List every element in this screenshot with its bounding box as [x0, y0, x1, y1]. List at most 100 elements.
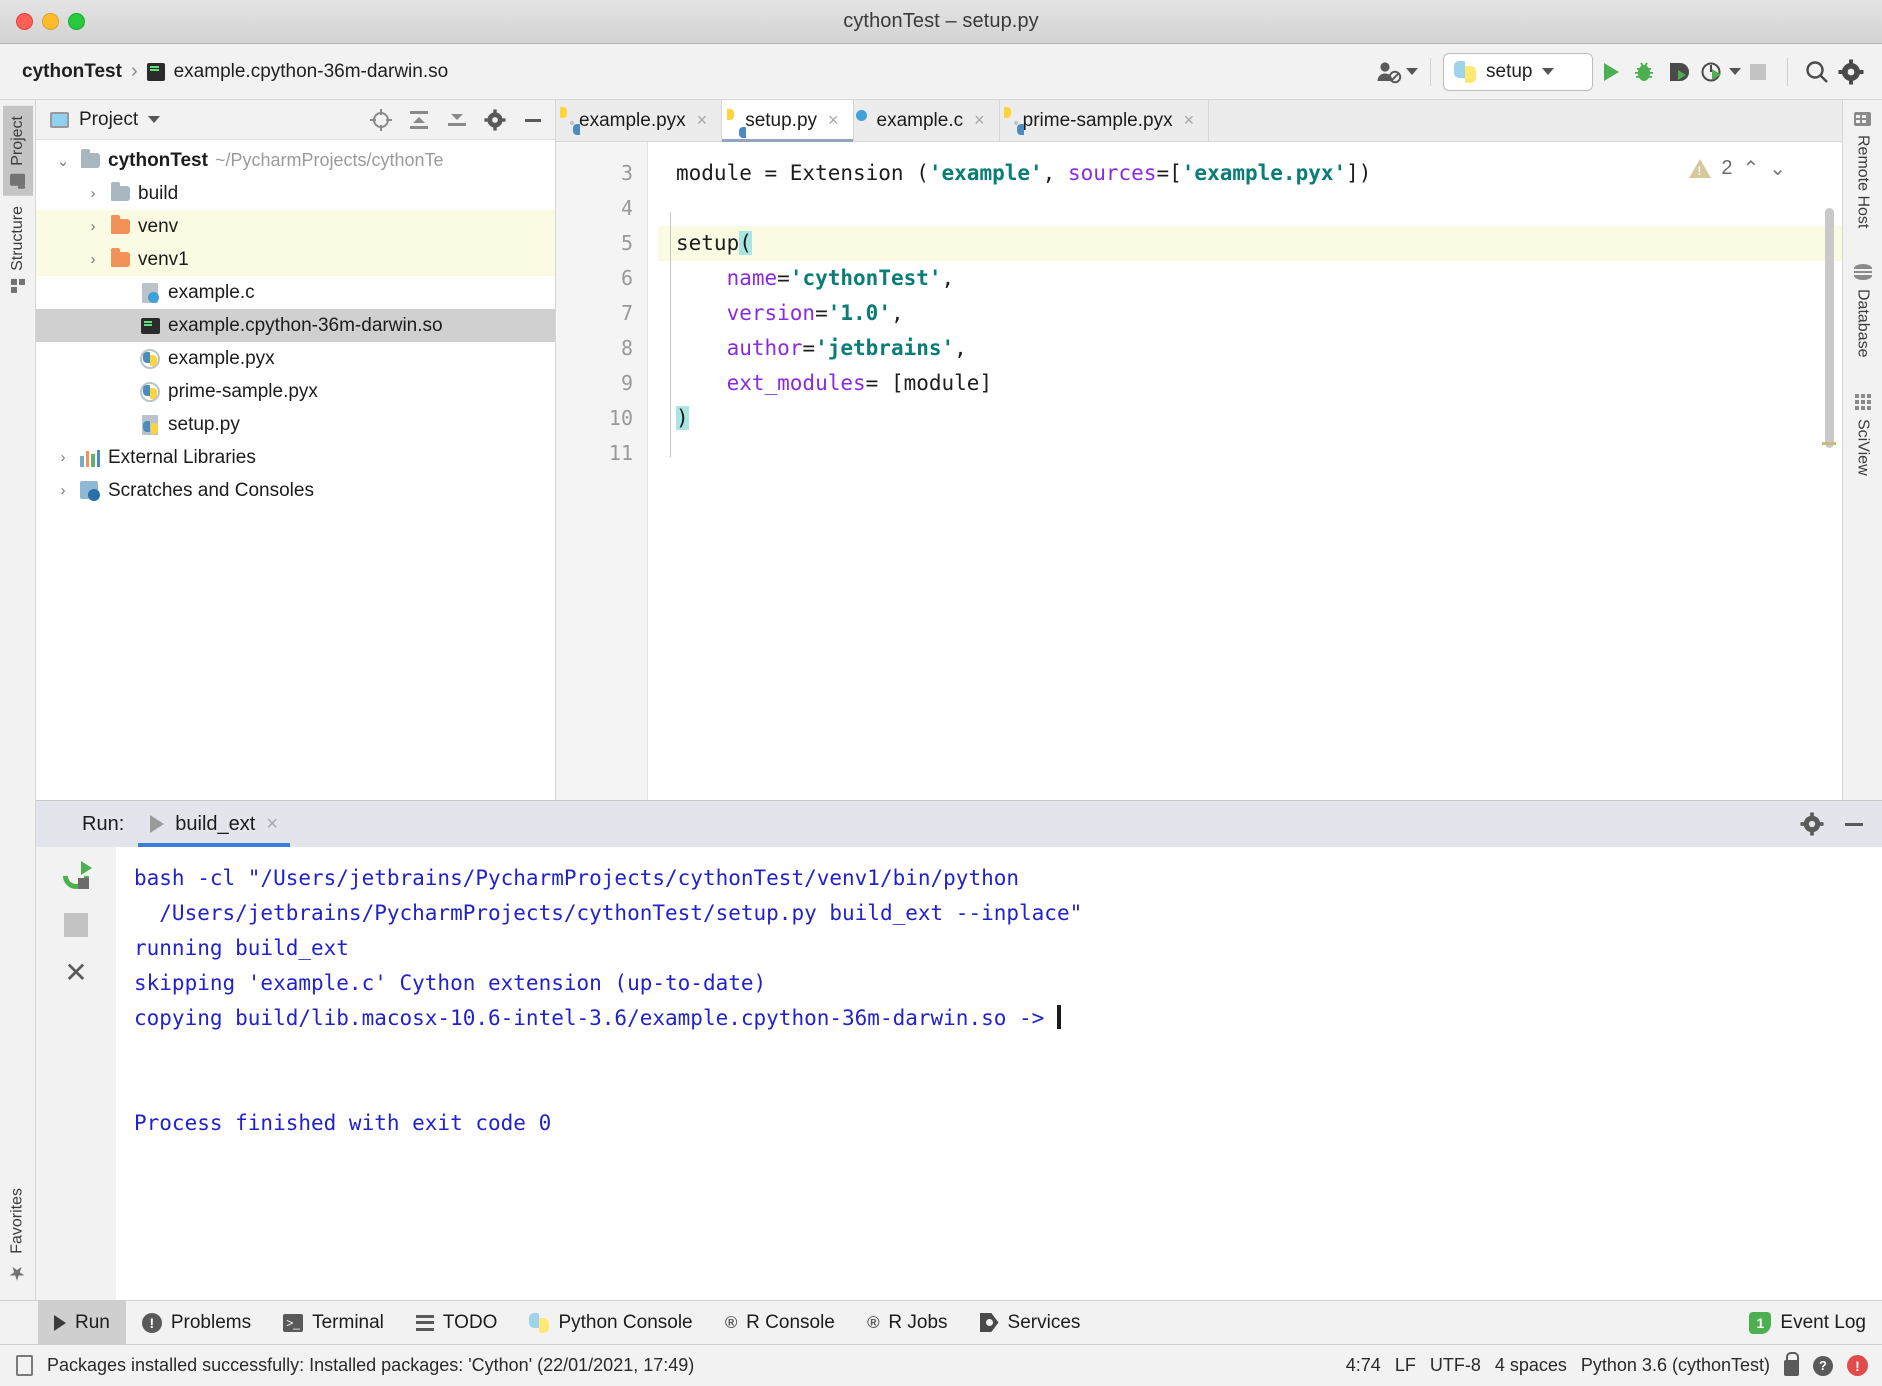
inspection-widget[interactable]: 2 ⌃ ⌄ [1689, 156, 1786, 181]
chevron-right-icon[interactable]: › [84, 251, 102, 268]
sidebar-tab-structure[interactable]: Structure [3, 196, 33, 303]
notification-icon[interactable] [16, 1355, 33, 1376]
tree-item-setup-py[interactable]: ›setup.py [36, 408, 555, 441]
breadcrumb-file[interactable]: example.cpython-36m-darwin.so [174, 61, 449, 83]
indent-setting[interactable]: 4 spaces [1495, 1355, 1567, 1376]
hide-run-panel-icon[interactable] [1840, 810, 1868, 838]
bottom-tab-run[interactable]: Run [38, 1301, 126, 1344]
sidebar-tab-project[interactable]: Project [3, 106, 33, 196]
editor-tab-setup-py[interactable]: setup.py× [722, 100, 853, 141]
bottom-tab-services[interactable]: Services [964, 1301, 1097, 1344]
code-line[interactable]: name='cythonTest', [658, 261, 1842, 296]
scroll-from-source-icon[interactable] [367, 106, 395, 134]
tree-item-prime-sample-pyx[interactable]: ›prime-sample.pyx [36, 375, 555, 408]
caret-position[interactable]: 4:74 [1346, 1355, 1381, 1376]
sidebar-tab-database[interactable]: Database [1854, 264, 1872, 358]
profile-button[interactable] [1695, 55, 1729, 89]
code-line[interactable]: version='1.0', [658, 296, 1842, 331]
chevron-right-icon[interactable]: › [54, 449, 72, 466]
debug-button[interactable] [1627, 55, 1661, 89]
editor-tab-example-pyx[interactable]: example.pyx× [556, 100, 722, 141]
next-problem-icon[interactable]: ⌄ [1769, 156, 1786, 181]
run-configuration-selector[interactable]: setup [1443, 53, 1593, 91]
run-console-output[interactable]: bash -cl "/Users/jetbrains/PycharmProjec… [116, 847, 1882, 1300]
code-editor[interactable]: 34567891011 module = Extension ('example… [556, 142, 1842, 800]
interpreter-selector[interactable]: Python 3.6 (cythonTest) [1581, 1355, 1770, 1376]
stop-button[interactable] [1741, 55, 1775, 89]
editor-scrollbar[interactable] [1825, 208, 1834, 448]
previous-problem-icon[interactable]: ⌃ [1742, 156, 1759, 181]
chevron-right-icon[interactable]: › [54, 482, 72, 499]
file-encoding[interactable]: UTF-8 [1430, 1355, 1481, 1376]
breadcrumb-project[interactable]: cythonTest [22, 61, 122, 83]
editor-tab-prime-sample-pyx[interactable]: prime-sample.pyx× [1000, 100, 1209, 141]
close-tab-icon[interactable]: × [828, 110, 839, 131]
play-icon [150, 815, 164, 833]
gear-icon[interactable] [1834, 55, 1868, 89]
bottom-tab-r-console[interactable]: ® R Console [709, 1301, 851, 1344]
tree-item-scratches-and-consoles[interactable]: ›Scratches and Consoles [36, 474, 555, 507]
tree-item-venv1[interactable]: ›venv1 [36, 243, 555, 276]
close-icon[interactable]: ✕ [64, 959, 87, 987]
expand-all-icon[interactable] [405, 106, 433, 134]
rerun-icon[interactable] [61, 861, 91, 891]
search-icon[interactable] [1800, 55, 1834, 89]
chevron-down-icon[interactable]: ⌄ [54, 152, 72, 170]
code-line[interactable]: author='jetbrains', [658, 331, 1842, 366]
run-with-coverage-button[interactable] [1661, 55, 1695, 89]
code-line[interactable] [658, 436, 1842, 471]
code-content[interactable]: module = Extension ('example', sources=[… [648, 142, 1842, 800]
console-line: copying build/lib.macosx-10.6-intel-3.6/… [134, 1001, 1864, 1036]
tree-item-example-cpython-36m-darwin-so[interactable]: ›example.cpython-36m-darwin.so [36, 309, 555, 342]
tree-item-cythontest[interactable]: ⌄cythonTest~/PycharmProjects/cythonTe [36, 144, 555, 177]
close-run-tab-icon[interactable]: × [266, 813, 278, 836]
sidebar-tab-favorites[interactable]: ★ Favorites [2, 1178, 33, 1294]
run-button[interactable] [1593, 55, 1627, 89]
project-view-chevron-down-icon[interactable] [148, 116, 160, 123]
code-line[interactable]: ) [658, 401, 1842, 436]
code-token: ( [739, 231, 752, 255]
error-icon[interactable]: ! [1847, 1355, 1868, 1376]
hide-panel-icon[interactable] [519, 106, 547, 134]
code-line[interactable]: ext_modules= [module] [658, 366, 1842, 401]
editor-error-stripe-mark[interactable] [1822, 442, 1836, 445]
warning-triangle-icon [1689, 159, 1711, 178]
chevron-right-icon[interactable]: › [84, 185, 102, 202]
project-tree[interactable]: ⌄cythonTest~/PycharmProjects/cythonTe›bu… [36, 140, 555, 800]
profile-dropdown-caret-icon[interactable] [1729, 68, 1741, 75]
line-separator[interactable]: LF [1395, 1355, 1416, 1376]
chevron-right-icon[interactable]: › [84, 218, 102, 235]
close-tab-icon[interactable]: × [1184, 110, 1195, 131]
bottom-tab-python-console[interactable]: Python Console [513, 1301, 708, 1344]
help-icon[interactable]: ? [1813, 1356, 1833, 1376]
code-line[interactable]: module = Extension ('example', sources=[… [658, 156, 1842, 191]
editor-tab-example-c[interactable]: example.c× [854, 100, 1000, 141]
users-dropdown-caret-icon[interactable] [1406, 68, 1418, 75]
tree-item-example-c[interactable]: ›example.c [36, 276, 555, 309]
code-line[interactable] [658, 191, 1842, 226]
run-tab-build-ext[interactable]: build_ext × [138, 801, 290, 847]
sidebar-tab-remote-host[interactable]: Remote Host [1854, 112, 1872, 228]
tree-item-example-pyx[interactable]: ›example.pyx [36, 342, 555, 375]
stop-process-icon[interactable] [64, 913, 88, 937]
event-log-button[interactable]: 1 Event Log [1733, 1301, 1882, 1344]
users-icon[interactable] [1372, 55, 1406, 89]
bottom-tab-problems[interactable]: ! Problems [126, 1301, 267, 1344]
collapse-all-icon[interactable] [443, 106, 471, 134]
bottom-tab-todo[interactable]: TODO [400, 1301, 514, 1344]
close-tab-icon[interactable]: × [697, 110, 708, 131]
bottom-tab-r-jobs[interactable]: ® R Jobs [851, 1301, 964, 1344]
editor-tab-bar[interactable]: example.pyx×setup.py×example.c×prime-sam… [556, 100, 1842, 142]
lock-icon[interactable] [1784, 1360, 1799, 1376]
console-caret [1057, 1005, 1061, 1029]
sidebar-tab-sciview[interactable]: SciView [1854, 394, 1872, 476]
code-line[interactable]: setup( [658, 226, 1842, 261]
close-tab-icon[interactable]: × [974, 110, 985, 131]
bottom-tab-terminal[interactable]: >_ Terminal [267, 1301, 400, 1344]
code-token: '1.0' [828, 301, 891, 325]
project-settings-gear-icon[interactable] [481, 106, 509, 134]
tree-item-build[interactable]: ›build [36, 177, 555, 210]
run-settings-gear-icon[interactable] [1798, 810, 1826, 838]
tree-item-venv[interactable]: ›venv [36, 210, 555, 243]
tree-item-external-libraries[interactable]: ›External Libraries [36, 441, 555, 474]
